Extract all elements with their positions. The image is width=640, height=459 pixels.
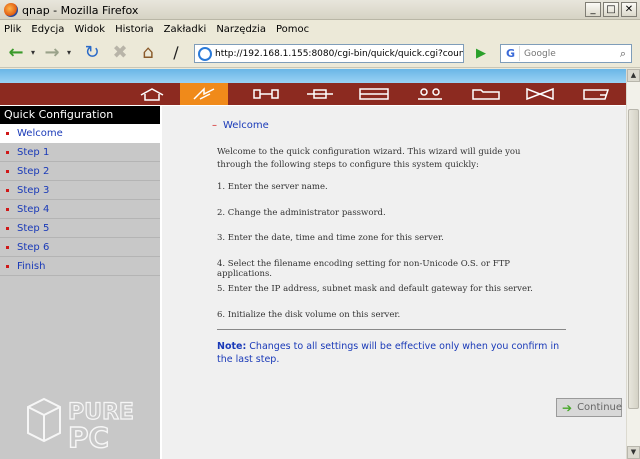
tools-icon[interactable]: ∕ xyxy=(164,42,188,64)
menu-plik[interactable]: Plik xyxy=(4,24,21,35)
content-divider xyxy=(217,329,566,330)
continue-button[interactable]: ➔ Continue xyxy=(556,398,622,417)
step-description-6: 6. Initialize the disk volume on this se… xyxy=(217,310,401,320)
sidebar-item-step-1[interactable]: Step 1 xyxy=(0,143,160,162)
section-heading: – Welcome xyxy=(212,120,269,131)
logs-icon[interactable] xyxy=(572,83,620,105)
sidebar-item-step-5[interactable]: Step 5 xyxy=(0,219,160,238)
stop-icon[interactable]: ✖ xyxy=(108,42,132,64)
home-icon[interactable] xyxy=(128,83,176,105)
disk-icon[interactable] xyxy=(350,83,398,105)
step-description-1: 1. Enter the server name. xyxy=(217,182,328,192)
scroll-down-arrow-icon[interactable]: ▼ xyxy=(627,446,640,459)
page-viewport: Quick Configuration Welcome Step 1 Step … xyxy=(0,69,640,459)
quick-config-icon[interactable] xyxy=(180,83,228,105)
users-icon[interactable] xyxy=(406,83,454,105)
section-heading-text: Welcome xyxy=(223,120,269,131)
sidebar-item-step-4[interactable]: Step 4 xyxy=(0,200,160,219)
top-icon-navigation xyxy=(0,83,626,105)
vertical-scrollbar[interactable]: ▲ ▼ xyxy=(626,69,640,459)
search-magnifier-icon[interactable]: ⌕ xyxy=(615,47,631,61)
menu-widok[interactable]: Widok xyxy=(74,24,105,35)
sidebar-item-step-2[interactable]: Step 2 xyxy=(0,162,160,181)
menu-narzedzia[interactable]: Narzędzia xyxy=(216,24,266,35)
note-body: Changes to all settings will be effectiv… xyxy=(217,341,560,365)
watermark-text-bottom: PC xyxy=(68,421,109,453)
forward-history-dropdown-icon[interactable]: ▾ xyxy=(64,42,74,64)
scroll-thumb[interactable] xyxy=(628,109,639,409)
sidebar-title: Quick Configuration xyxy=(0,106,160,124)
search-bar[interactable]: G ⌕ xyxy=(500,44,632,63)
purepc-watermark-logo: PURE PC xyxy=(27,397,135,453)
back-arrow-icon[interactable]: ← xyxy=(4,42,28,64)
sidebar-item-finish[interactable]: Finish xyxy=(0,257,160,276)
heading-dash-icon: – xyxy=(212,120,217,131)
wizard-content: – Welcome Welcome to the quick configurat… xyxy=(162,106,626,459)
menu-historia[interactable]: Historia xyxy=(115,24,154,35)
url-text[interactable]: http://192.168.1.155:8080/cgi-bin/quick/… xyxy=(215,49,463,59)
site-identity-icon[interactable] xyxy=(198,46,212,61)
step-description-4: 4. Select the filename encoding setting … xyxy=(217,259,511,279)
window-controls: _ □ ✕ xyxy=(585,2,637,17)
network-icon[interactable] xyxy=(296,83,344,105)
search-input[interactable] xyxy=(520,48,615,59)
navigation-toolbar: ← ▾ → ▾ ↻ ✖ ⌂ ∕ http://192.168.1.155:808… xyxy=(0,38,640,68)
window-title: qnap - Mozilla Firefox xyxy=(22,4,139,17)
menu-bar: Plik Edycja Widok Historia Zakładki Narz… xyxy=(0,20,640,38)
shares-folder-icon[interactable] xyxy=(462,83,510,105)
menu-zakladki[interactable]: Zakładki xyxy=(164,24,207,35)
tools-bowtie-icon[interactable] xyxy=(516,83,564,105)
step-description-3: 3. Enter the date, time and time zone fo… xyxy=(217,233,444,243)
sidebar-item-step-6[interactable]: Step 6 xyxy=(0,238,160,257)
window-titlebar: qnap - Mozilla Firefox _ □ ✕ xyxy=(0,0,640,20)
continue-label: Continue xyxy=(577,402,623,413)
firefox-icon xyxy=(4,3,18,17)
address-bar[interactable]: http://192.168.1.155:8080/cgi-bin/quick/… xyxy=(194,44,464,63)
close-button[interactable]: ✕ xyxy=(621,2,637,17)
go-arrow-icon[interactable]: ▶ xyxy=(472,45,490,62)
reload-icon[interactable]: ↻ xyxy=(80,42,104,64)
forward-arrow-icon[interactable]: → xyxy=(40,42,64,64)
step-description-2: 2. Change the administrator password. xyxy=(217,208,386,218)
minimize-button[interactable]: _ xyxy=(585,2,601,17)
back-history-dropdown-icon[interactable]: ▾ xyxy=(28,42,38,64)
menu-edycja[interactable]: Edycja xyxy=(31,24,64,35)
note-label: Note: xyxy=(217,341,247,352)
sidebar-item-step-3[interactable]: Step 3 xyxy=(0,181,160,200)
intro-text: Welcome to the quick configuration wizar… xyxy=(217,147,521,170)
menu-pomoc[interactable]: Pomoc xyxy=(276,24,309,35)
step-description-5: 5. Enter the IP address, subnet mask and… xyxy=(217,284,533,294)
maximize-button[interactable]: □ xyxy=(603,2,619,17)
scroll-up-arrow-icon[interactable]: ▲ xyxy=(627,69,640,82)
continue-arrow-icon: ➔ xyxy=(562,400,573,415)
home-icon[interactable]: ⌂ xyxy=(136,42,160,64)
system-settings-icon[interactable] xyxy=(242,83,290,105)
search-engine-icon[interactable]: G xyxy=(502,46,520,61)
note-text: Note: Changes to all settings will be ef… xyxy=(217,340,567,366)
sidebar-item-welcome[interactable]: Welcome xyxy=(0,124,160,143)
header-banner xyxy=(0,69,626,83)
